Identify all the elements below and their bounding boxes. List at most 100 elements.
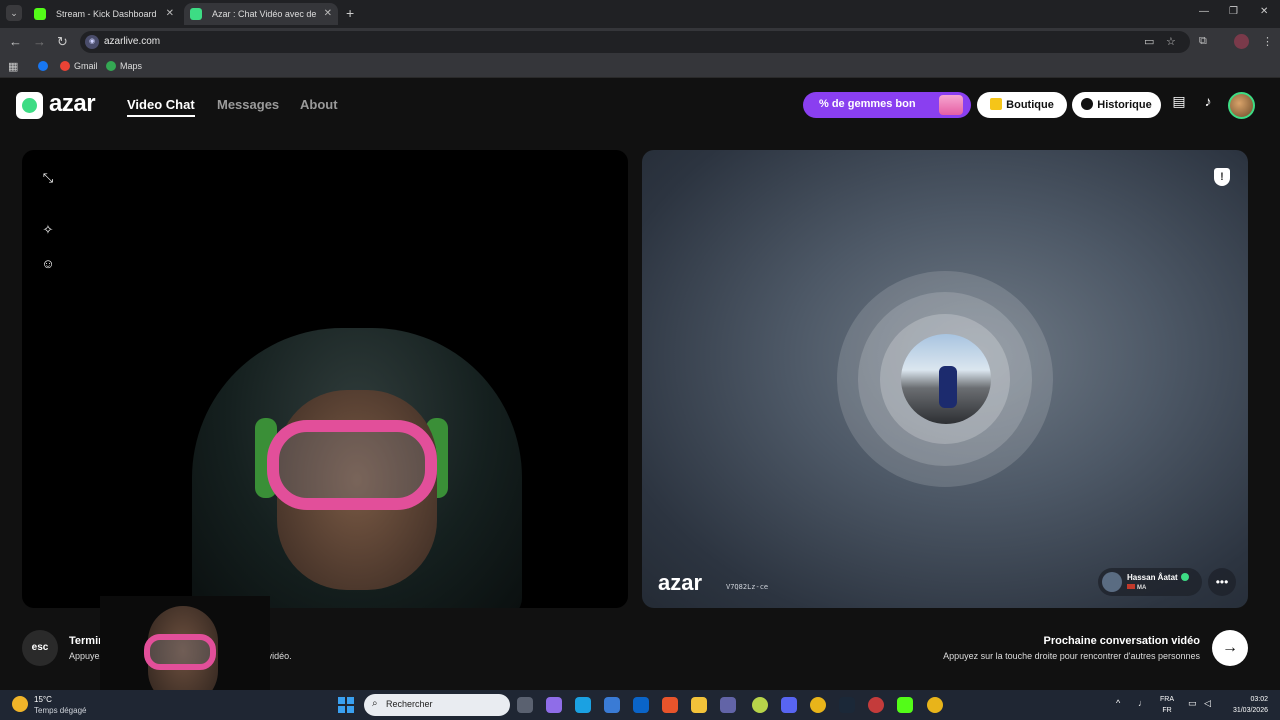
flag-icon <box>1127 584 1135 589</box>
history-button[interactable]: Historique <box>1072 92 1161 118</box>
tab-azar[interactable]: Azar : Chat Vidéo avec de ✕ <box>184 3 338 25</box>
taskbar-search[interactable]: ⌕ Rechercher <box>364 694 510 716</box>
promo-label: % de gemmes bon <box>819 98 916 110</box>
reload-icon[interactable]: ↻ <box>57 34 68 50</box>
file-explorer-icon[interactable] <box>691 697 707 713</box>
task-view-icon[interactable] <box>517 697 533 713</box>
browser-tab-bar: ⌄ Stream - Kick Dashboard ✕ Azar : Chat … <box>0 0 1280 28</box>
magic-wand-icon[interactable]: ✧ <box>40 222 56 238</box>
tab-title: Azar : Chat Vidéo avec de <box>212 9 317 19</box>
microphone-icon[interactable]: ♩ <box>1138 698 1147 708</box>
minimize-button[interactable]: — <box>1199 6 1209 17</box>
user-avatar[interactable] <box>1228 92 1255 119</box>
system-clock[interactable]: 03:02 31/03/2026 <box>1226 694 1268 716</box>
chrome-profile-icon[interactable] <box>927 697 943 713</box>
bookmark-label: Maps <box>120 61 143 71</box>
chat-bubble-icon[interactable]: ••• <box>1208 568 1236 596</box>
nav-messages[interactable]: Messages <box>217 97 279 112</box>
diving-mask-filter <box>267 420 437 510</box>
next-chat-arrow-button[interactable]: → <box>1212 630 1248 666</box>
search-placeholder: Rechercher <box>386 699 433 709</box>
outlook-icon[interactable] <box>633 697 649 713</box>
tab-kick-dashboard[interactable]: Stream - Kick Dashboard ✕ <box>28 3 180 25</box>
weather-temperature: 15°C <box>34 695 52 704</box>
tab-search-button[interactable]: ⌄ <box>6 5 22 21</box>
azar-logo-text[interactable]: azar <box>49 90 96 118</box>
search-icon: ⌕ <box>372 698 378 709</box>
new-tab-button[interactable]: + <box>346 5 354 21</box>
volume-icon[interactable]: ◁ <box>1204 698 1211 709</box>
close-icon[interactable]: ✕ <box>324 3 332 25</box>
next-chat-title: Prochaine conversation vidéo <box>1043 635 1201 647</box>
profile-avatar[interactable] <box>1234 34 1249 49</box>
session-code: V7Q82Lz-ce <box>726 583 769 591</box>
report-shield-icon[interactable]: ! <box>1214 168 1230 186</box>
windows-start-icon[interactable] <box>338 697 354 713</box>
azar-logo-icon[interactable] <box>16 92 43 119</box>
windows-taskbar: 15°C Temps dégagé ⌕ Rechercher ^ ♩ FRA F… <box>0 690 1280 720</box>
back-arrow-icon[interactable]: ← <box>9 34 22 50</box>
maps-pin-icon <box>106 61 116 71</box>
local-video-panel: ⤡ ✧ ☺ <box>22 150 628 608</box>
facebook-icon <box>38 61 48 71</box>
weather-moon-icon[interactable] <box>12 696 28 712</box>
tab-title: Stream - Kick Dashboard <box>56 9 157 19</box>
teams-icon[interactable] <box>720 697 736 713</box>
brave-icon[interactable] <box>662 697 678 713</box>
network-icon[interactable]: ▭ <box>1188 698 1197 709</box>
remote-user-avatar <box>1102 572 1122 592</box>
site-info-icon[interactable]: ◉ <box>85 35 99 49</box>
cast-icon[interactable]: ▭ <box>1144 35 1154 48</box>
discord-icon[interactable] <box>781 697 797 713</box>
bookmark-maps[interactable]: Maps <box>106 61 142 71</box>
store-icon[interactable] <box>604 697 620 713</box>
remote-video-panel: ! azar V7Q82Lz-ce Hassan Âatat MA ••• <box>642 150 1248 608</box>
sticker-smile-icon[interactable]: ☺ <box>40 256 56 272</box>
browser-toolbar: ← → ↻ ◉ azarlive.com ▭ ☆ ⧉ ⋮ <box>0 28 1280 56</box>
end-chat-esc-button[interactable]: esc <box>22 630 58 666</box>
nav-video-chat[interactable]: Video Chat <box>127 97 195 117</box>
azar-watermark: azar <box>658 570 703 595</box>
verified-badge-icon <box>1180 573 1189 581</box>
diamond-icon <box>990 98 1003 110</box>
app-icon[interactable] <box>868 697 884 713</box>
gmail-icon <box>60 61 70 71</box>
bell-icon[interactable]: ♪ <box>1198 93 1218 115</box>
forward-arrow-icon[interactable]: → <box>33 34 46 50</box>
apps-grid-icon[interactable]: ▦ <box>8 60 18 73</box>
edge-icon[interactable] <box>575 697 591 713</box>
chrome-icon[interactable] <box>810 697 826 713</box>
bookmark-star-icon[interactable]: ☆ <box>1166 35 1176 48</box>
azar-favicon-icon <box>190 8 202 20</box>
remote-user-chip[interactable]: Hassan Âatat MA <box>1098 568 1202 596</box>
close-window-button[interactable]: ✕ <box>1260 6 1268 17</box>
next-chat-subtitle: Appuyez sur la touche droite pour rencon… <box>943 651 1200 661</box>
kick-icon[interactable] <box>897 697 913 713</box>
tray-chevron-icon[interactable]: ^ <box>1116 698 1120 708</box>
shop-label: Boutique <box>1006 99 1054 111</box>
extensions-icon[interactable]: ⧉ <box>1199 35 1207 48</box>
inbox-icon[interactable]: ▤ <box>1169 93 1189 115</box>
weather-description: Temps dégagé <box>34 706 87 715</box>
url-text: azarlive.com <box>104 36 161 47</box>
restore-button[interactable]: ❐ <box>1229 6 1238 17</box>
minimize-video-icon[interactable]: ⤡ <box>40 170 56 186</box>
history-label: Historique <box>1097 99 1152 111</box>
address-bar[interactable]: ◉ azarlive.com <box>80 31 1190 53</box>
bookmarks-bar: ▦ Gmail Maps <box>0 56 1280 78</box>
bookmark-gmail[interactable]: Gmail <box>60 61 98 71</box>
more-menu-icon[interactable]: ⋮ <box>1262 35 1273 48</box>
steam-icon[interactable] <box>839 697 855 713</box>
clock-icon <box>1081 98 1094 110</box>
nav-about[interactable]: About <box>300 97 338 112</box>
bookmark-label: Gmail <box>74 61 98 71</box>
gift-box-icon <box>939 95 963 115</box>
gem-bonus-promo-button[interactable]: % de gemmes bon <box>803 92 971 118</box>
language-indicator[interactable]: FRA FR <box>1160 694 1174 716</box>
copilot-icon[interactable] <box>546 697 562 713</box>
remote-user-country: MA <box>1127 584 1146 591</box>
shop-button[interactable]: Boutique <box>977 92 1067 118</box>
remote-user-name: Hassan Âatat <box>1127 573 1189 582</box>
close-icon[interactable]: ✕ <box>166 3 174 25</box>
app-icon[interactable] <box>752 697 768 713</box>
